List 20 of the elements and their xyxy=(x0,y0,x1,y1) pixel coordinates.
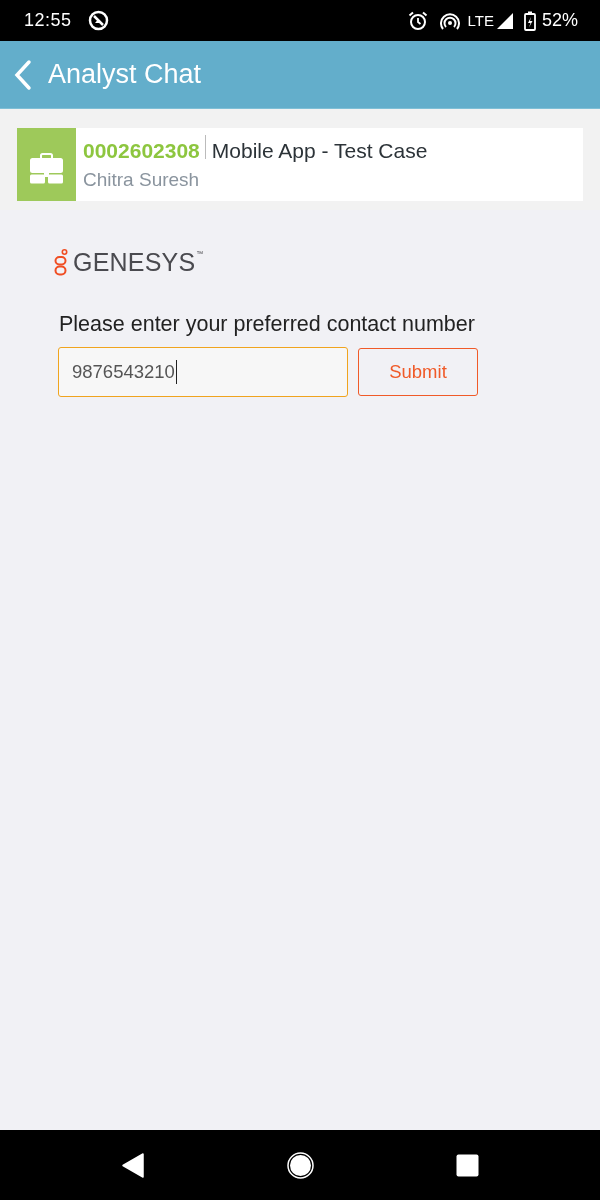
alarm-clock-icon xyxy=(407,10,428,31)
back-button[interactable] xyxy=(122,1152,144,1178)
recents-button[interactable] xyxy=(456,1153,479,1177)
contact-name: Chitra Suresh xyxy=(83,168,201,191)
status-time: 12:55 xyxy=(24,10,72,31)
app-bar-title: Analyst Chat xyxy=(48,59,202,90)
briefcase-icon xyxy=(17,128,76,201)
network-type: LTE xyxy=(467,12,494,29)
logo-icon xyxy=(54,249,68,276)
home-button[interactable] xyxy=(286,1151,314,1179)
case-card[interactable]: 0002602308 Mobile App - Test Case Chitra Suresh xyxy=(17,128,583,201)
hotspot-icon xyxy=(439,11,460,30)
battery-icon xyxy=(523,10,536,31)
signal-icon xyxy=(495,11,514,30)
case-number: 0002602308 xyxy=(83,138,200,163)
contact-number-field[interactable]: 9876543210 xyxy=(58,347,348,397)
case-subject: Mobile App - Test Case xyxy=(211,138,428,163)
contact-number-label: Please enter your preferred contact number xyxy=(59,312,476,337)
battery-percent: 52% xyxy=(541,10,578,31)
logo-wordmark: GENESYS xyxy=(73,248,196,277)
